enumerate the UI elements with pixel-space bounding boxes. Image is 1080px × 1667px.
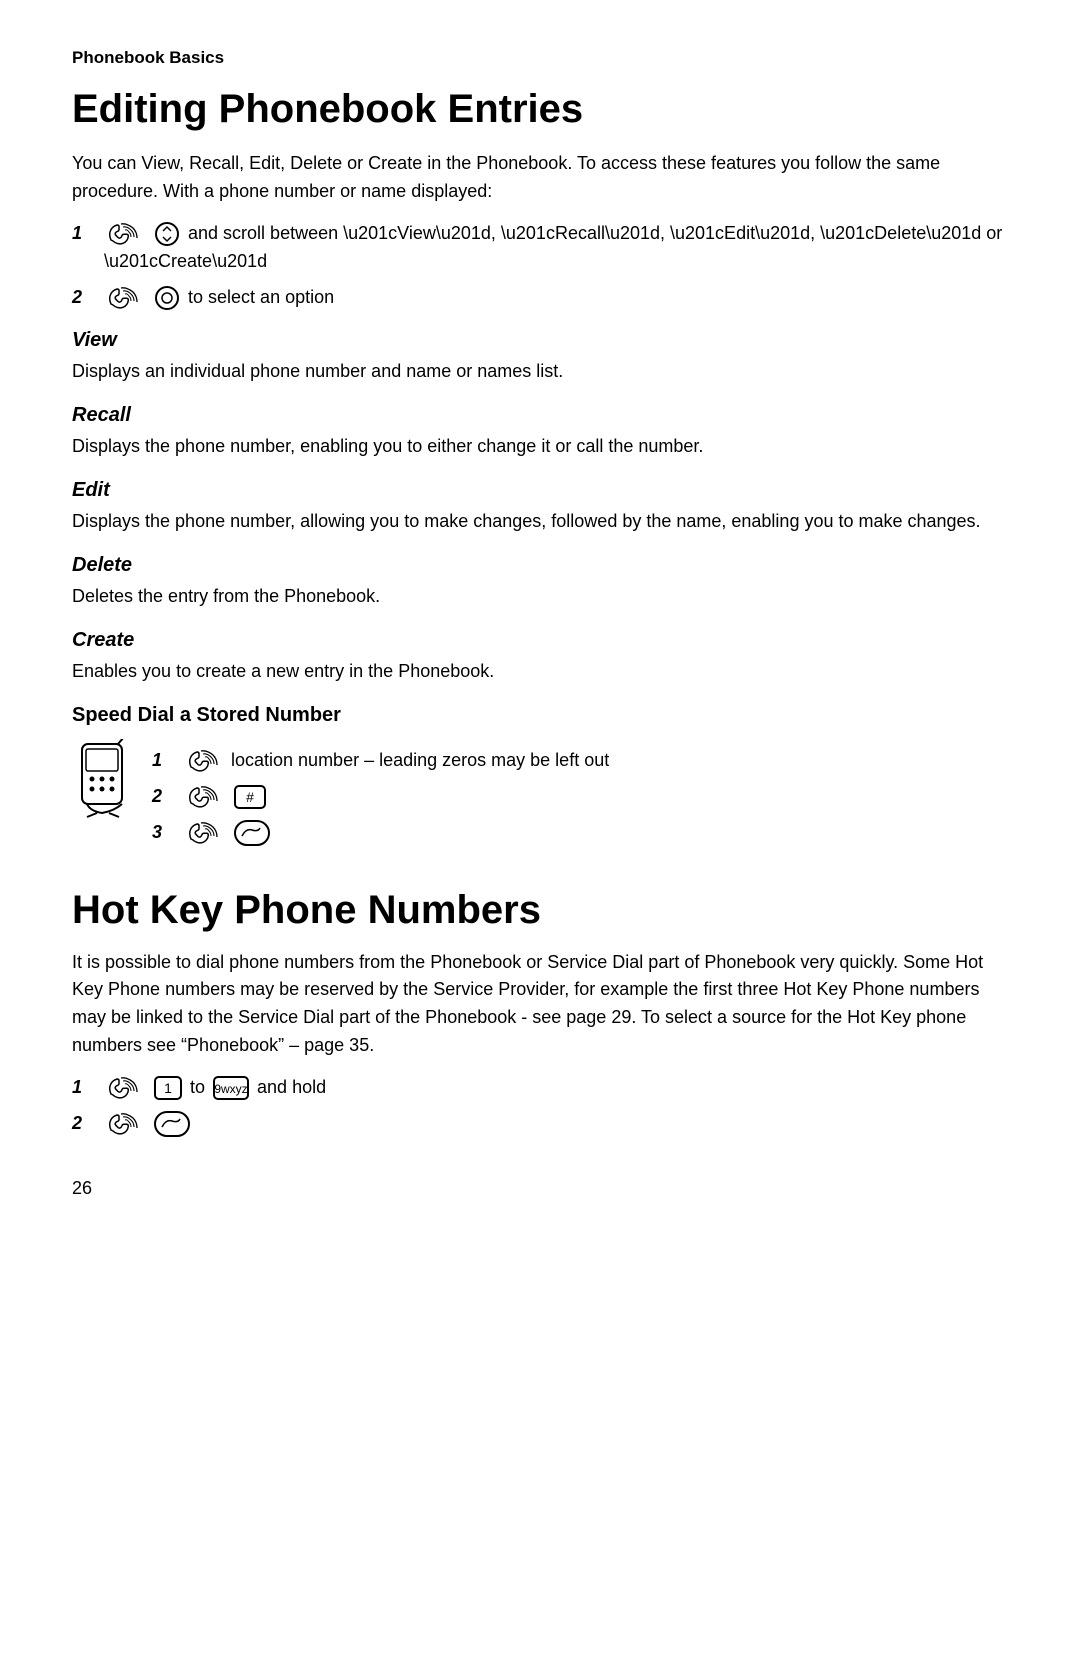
delete-heading: Delete [72,554,1008,577]
delete-body: Deletes the entry from the Phonebook. [72,583,1008,611]
sd-step-3-num: 3 [152,819,184,847]
sd-steps: 1 location number – leading zeros may be… [152,747,1008,847]
handset-icon-sd3 [187,821,223,845]
view-heading: View [72,329,1008,352]
speed-dial-section: Speed Dial a Stored Number [72,704,1008,857]
key-1-icon: 1 [154,1076,182,1100]
speed-dial-content: 1 location number – leading zeros may be… [72,737,1008,857]
hk-step-2-num: 2 [72,1110,104,1138]
call-button-icon-sd3 [234,820,270,846]
handset-icon-1 [107,222,143,246]
sd-step-1-content: location number – leading zeros may be l… [184,747,1008,775]
subsection-delete: Delete Deletes the entry from the Phoneb… [72,554,1008,611]
step-1: 1 and scroll between \u201cView\u201d, \… [72,220,1008,276]
view-body: Displays an individual phone number and … [72,358,1008,386]
intro-text: You can View, Recall, Edit, Delete or Cr… [72,150,1008,206]
sd-step-3-content [184,819,1008,847]
subsection-recall: Recall Displays the phone number, enabli… [72,404,1008,461]
step-2-content: to select an option [104,284,1008,312]
step-2-num: 2 [72,284,104,312]
handset-icon-sd2 [187,785,223,809]
sd-step-2-num: 2 [152,783,184,811]
hk-step-1-num: 1 [72,1074,104,1102]
sd-step-2: 2 # [152,783,1008,811]
handset-icon-sd1 [187,749,223,773]
step-1-num: 1 [72,220,104,248]
create-heading: Create [72,629,1008,652]
create-body: Enables you to create a new entry in the… [72,658,1008,686]
hk-step-2: 2 [72,1110,1008,1138]
nav-circle-icon-1 [154,221,180,247]
step-1-content: and scroll between \u201cView\u201d, \u2… [104,220,1008,276]
sd-step-1: 1 location number – leading zeros may be… [152,747,1008,775]
sd-step-1-num: 1 [152,747,184,775]
hk-step-2-content [104,1110,1008,1138]
section-label: Phonebook Basics [72,48,1008,68]
speed-dial-steps-list: 1 location number – leading zeros may be… [152,737,1008,857]
page-number: 26 [72,1178,1008,1199]
ok-icon-1 [154,285,180,311]
sd-step-2-content: # [184,783,1008,811]
subsection-create: Create Enables you to create a new entry… [72,629,1008,686]
svg-text:9wxyz: 9wxyz [214,1082,247,1096]
speed-dial-heading: Speed Dial a Stored Number [72,704,1008,727]
main-heading: Editing Phonebook Entries [72,86,1008,132]
subsection-edit: Edit Displays the phone number, allowing… [72,479,1008,536]
hotkey-text: It is possible to dial phone numbers fro… [72,949,1008,1061]
hash-key-icon: # [234,785,266,809]
hotkey-heading: Hot Key Phone Numbers [72,887,1008,933]
handset-icon-hk2 [107,1112,143,1136]
edit-body: Displays the phone number, allowing you … [72,508,1008,536]
step-2: 2 to select an option [72,284,1008,312]
call-button-icon-hk2 [154,1111,190,1137]
handset-icon-2 [107,286,143,310]
subsection-view: View Displays an individual phone number… [72,329,1008,386]
steps-list: 1 and scroll between \u201cView\u201d, \… [72,220,1008,312]
recall-body: Displays the phone number, enabling you … [72,433,1008,461]
key-9-icon: 9wxyz [213,1076,249,1100]
handset-icon-hk1 [107,1076,143,1100]
svg-text:#: # [246,789,254,805]
sd-step-3: 3 [152,819,1008,847]
svg-text:1: 1 [164,1080,172,1096]
phone-device-icon [72,739,140,824]
hotkey-steps-list: 1 1 to 9wxyz and hold 2 [72,1074,1008,1138]
hk-step-1: 1 1 to 9wxyz and hold [72,1074,1008,1102]
hk-step-1-content: 1 to 9wxyz and hold [104,1074,1008,1102]
recall-heading: Recall [72,404,1008,427]
edit-heading: Edit [72,479,1008,502]
